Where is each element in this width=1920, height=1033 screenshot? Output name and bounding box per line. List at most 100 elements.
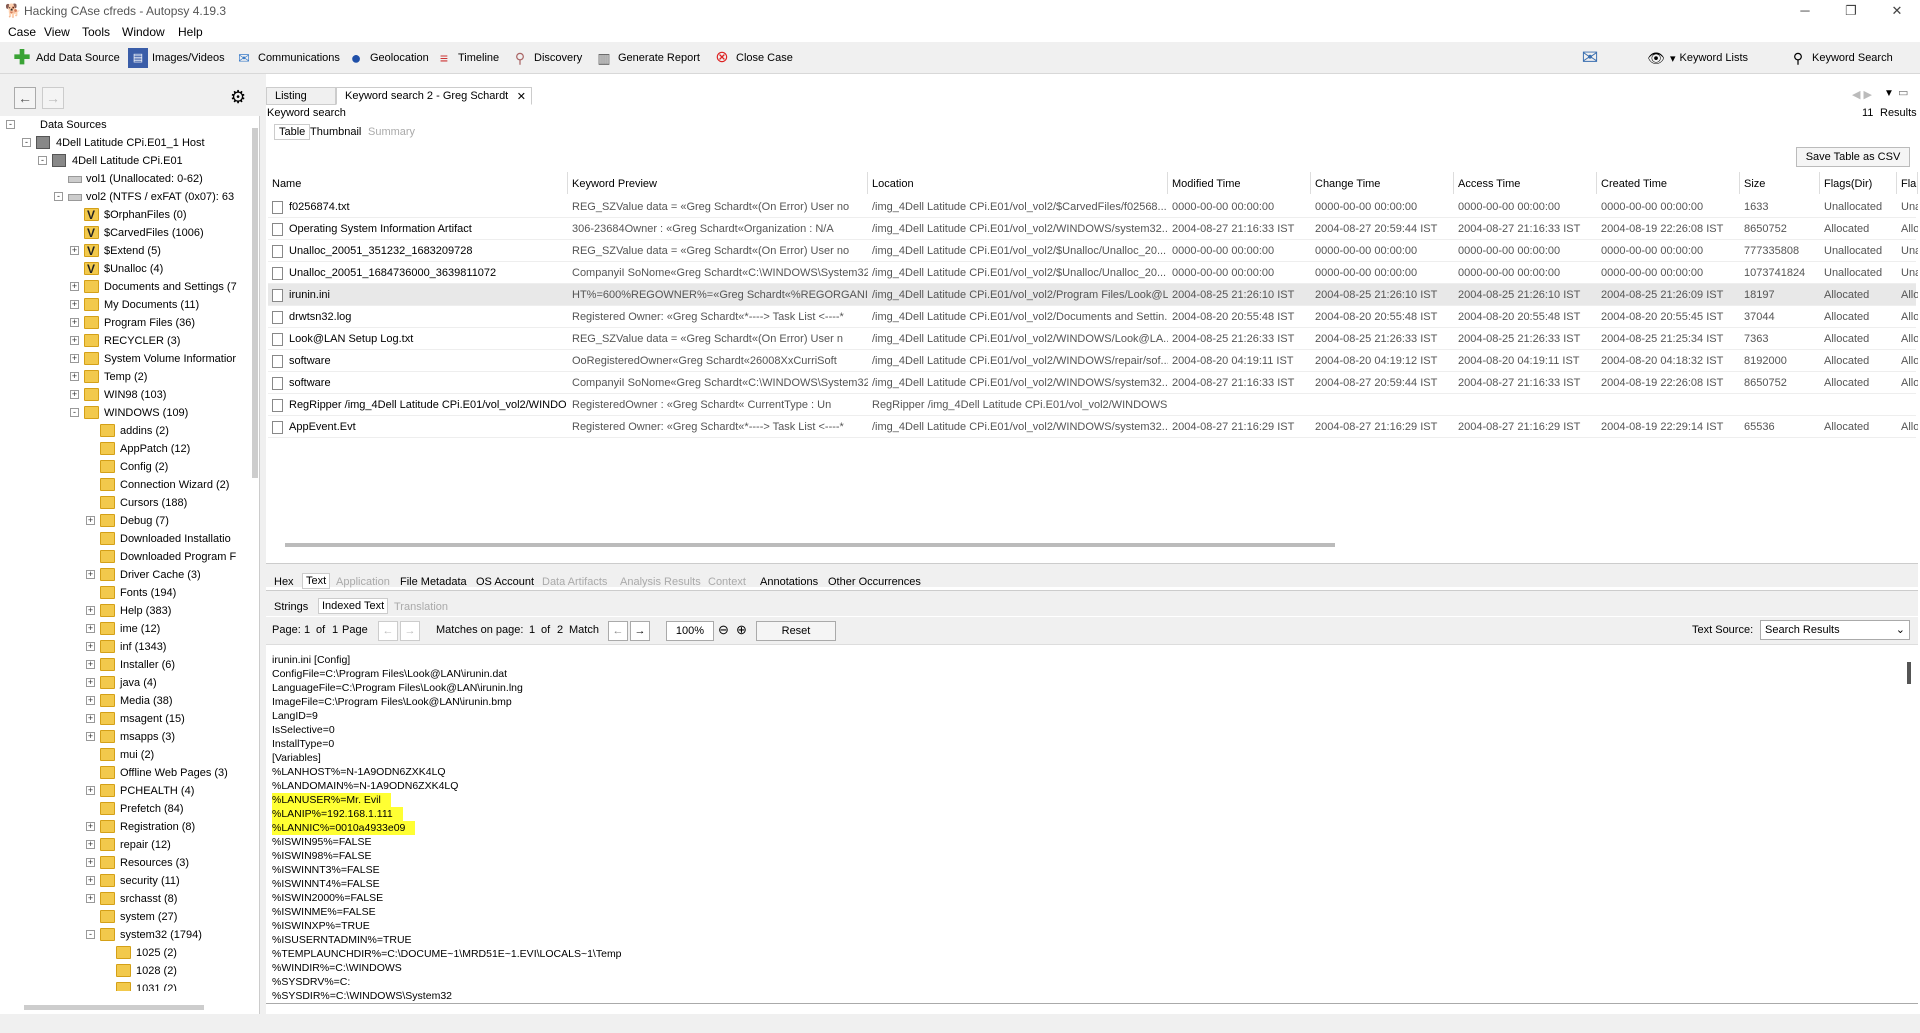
- expand-icon[interactable]: +: [86, 858, 95, 867]
- save-table-csv-button[interactable]: Save Table as CSV: [1796, 147, 1910, 167]
- tree-node[interactable]: + Registration (8): [0, 818, 250, 836]
- restore-pane-icon[interactable]: ▭: [1898, 86, 1908, 99]
- images-videos-button[interactable]: ▤ Images/Videos: [128, 47, 225, 69]
- viewer-tab-application[interactable]: Application: [336, 576, 390, 588]
- table-row[interactable]: f0256874.txt REG_SZValue data = «Greg Sch…: [268, 196, 1918, 218]
- expand-icon[interactable]: +: [86, 840, 95, 849]
- add-data-source-button[interactable]: ✚ Add Data Source: [12, 47, 120, 69]
- expand-icon[interactable]: +: [70, 390, 79, 399]
- tree-node[interactable]: + inf (1343): [0, 638, 250, 656]
- tree-node[interactable]: system (27): [0, 908, 250, 926]
- tree-node[interactable]: mui (2): [0, 746, 250, 764]
- tree-node[interactable]: + java (4): [0, 674, 250, 692]
- table-horizontal-scrollbar[interactable]: [285, 543, 1335, 547]
- collapse-icon[interactable]: -: [38, 156, 47, 165]
- tree-node[interactable]: + repair (12): [0, 836, 250, 854]
- viewer-tab-os-account[interactable]: OS Account: [476, 576, 534, 588]
- tree-node[interactable]: Offline Web Pages (3): [0, 764, 250, 782]
- menu-window[interactable]: Window: [122, 25, 165, 39]
- close-case-button[interactable]: ⊗ Close Case: [712, 47, 793, 69]
- close-tab-icon[interactable]: ✕: [517, 90, 526, 103]
- column-header[interactable]: Modified Time: [1168, 172, 1311, 194]
- text-source-select[interactable]: Search Results ⌄: [1760, 620, 1910, 640]
- table-row[interactable]: Look@LAN Setup Log.txt REG_SZValue data =…: [268, 328, 1918, 350]
- maximize-icon[interactable]: ❐: [1828, 0, 1874, 22]
- expand-icon[interactable]: +: [86, 678, 95, 687]
- tree-node[interactable]: + Program Files (36): [0, 314, 250, 332]
- tree-node[interactable]: + Media (38): [0, 692, 250, 710]
- tree-node[interactable]: Downloaded Installatio: [0, 530, 250, 548]
- tab-nav-left-icon[interactable]: ◀ ▶: [1852, 88, 1872, 101]
- tree-node[interactable]: Prefetch (84): [0, 800, 250, 818]
- tree-node[interactable]: Downloaded Program F: [0, 548, 250, 566]
- menu-help[interactable]: Help: [178, 25, 203, 39]
- column-header[interactable]: Name: [268, 172, 568, 194]
- tree-node[interactable]: + Documents and Settings (7: [0, 278, 250, 296]
- column-header[interactable]: Flags(Dir): [1820, 172, 1897, 194]
- tree-node[interactable]: + System Volume Informatior: [0, 350, 250, 368]
- viewer-tab-data-artifacts[interactable]: Data Artifacts: [542, 576, 607, 588]
- zoom-field[interactable]: 100%: [666, 621, 714, 641]
- timeline-button[interactable]: ≡ Timeline: [434, 47, 499, 69]
- tree-node[interactable]: + ime (12): [0, 620, 250, 638]
- tree-node[interactable]: vol1 (Unallocated: 0-62): [0, 170, 250, 188]
- menu-tools[interactable]: Tools: [82, 25, 110, 39]
- expand-icon[interactable]: +: [70, 336, 79, 345]
- tree-node[interactable]: + srchasst (8): [0, 890, 250, 908]
- tree-node[interactable]: + Debug (7): [0, 512, 250, 530]
- tree-node[interactable]: - system32 (1794): [0, 926, 250, 944]
- tab-keyword-search[interactable]: Keyword search 2 - Greg Schardt ✕: [336, 87, 532, 105]
- tree-node[interactable]: - WINDOWS (109): [0, 404, 250, 422]
- collapse-icon[interactable]: -: [86, 930, 95, 939]
- tree-node[interactable]: 1025 (2): [0, 944, 250, 962]
- tree-node[interactable]: + msagent (15): [0, 710, 250, 728]
- collapse-icon[interactable]: -: [70, 408, 79, 417]
- column-header[interactable]: Fla: [1897, 172, 1918, 194]
- text-tab-translation[interactable]: Translation: [394, 601, 448, 613]
- expand-icon[interactable]: +: [86, 876, 95, 885]
- generate-report-button[interactable]: ▥ Generate Report: [594, 47, 700, 69]
- expand-icon[interactable]: +: [86, 894, 95, 903]
- expand-icon[interactable]: +: [70, 354, 79, 363]
- tree-node[interactable]: + msapps (3): [0, 728, 250, 746]
- collapse-icon[interactable]: -: [22, 138, 31, 147]
- expand-icon[interactable]: +: [86, 642, 95, 651]
- menu-case[interactable]: Case: [8, 25, 36, 39]
- tree-node[interactable]: + Driver Cache (3): [0, 566, 250, 584]
- viewer-tab-analysis-results[interactable]: Analysis Results: [620, 576, 701, 588]
- tree-node[interactable]: + Temp (2): [0, 368, 250, 386]
- tab-list-down-icon[interactable]: ▼: [1884, 88, 1894, 99]
- column-header[interactable]: Created Time: [1597, 172, 1740, 194]
- expand-icon[interactable]: +: [86, 624, 95, 633]
- expand-icon[interactable]: +: [86, 516, 95, 525]
- subtab-table[interactable]: Table: [274, 124, 311, 140]
- zoom-out-icon[interactable]: ⊖: [718, 622, 729, 638]
- expand-icon[interactable]: +: [86, 822, 95, 831]
- collapse-icon[interactable]: -: [6, 120, 15, 129]
- table-row[interactable]: Unalloc_20051_1684736000_3639811072 Compa…: [268, 262, 1918, 284]
- tree-node[interactable]: + RECYCLER (3): [0, 332, 250, 350]
- tab-listing[interactable]: Listing: [266, 87, 336, 105]
- minimize-icon[interactable]: ─: [1782, 0, 1828, 22]
- zoom-in-icon[interactable]: ⊕: [736, 622, 747, 638]
- expand-icon[interactable]: +: [70, 282, 79, 291]
- email-button[interactable]: ✉: [1580, 47, 1600, 69]
- indexed-text-view[interactable]: irunin.ini [Config] ConfigFile=C:\Program…: [268, 648, 1916, 1003]
- tree-node[interactable]: + WIN98 (103): [0, 386, 250, 404]
- tree-node[interactable]: + PCHEALTH (4): [0, 782, 250, 800]
- tree-node[interactable]: Config (2): [0, 458, 250, 476]
- viewer-tab-context[interactable]: Context: [708, 576, 746, 588]
- collapse-icon[interactable]: -: [54, 192, 63, 201]
- text-tab-strings[interactable]: Strings: [274, 601, 308, 613]
- tree-node[interactable]: + security (11): [0, 872, 250, 890]
- table-row[interactable]: drwtsn32.log Registered Owner: «Greg Scha…: [268, 306, 1918, 328]
- column-header[interactable]: Size: [1740, 172, 1820, 194]
- next-page-icon[interactable]: →: [400, 621, 420, 641]
- column-header[interactable]: Keyword Preview: [568, 172, 868, 194]
- tree-node[interactable]: - vol2 (NTFS / exFAT (0x07): 63: [0, 188, 250, 206]
- text-tab-indexed-text[interactable]: Indexed Text: [318, 598, 389, 614]
- viewer-tab-hex[interactable]: Hex: [274, 576, 294, 588]
- next-match-icon[interactable]: →: [630, 621, 650, 641]
- table-row[interactable]: software CompanyiI SoNome«Greg Schardt«C:…: [268, 372, 1918, 394]
- expand-icon[interactable]: +: [86, 606, 95, 615]
